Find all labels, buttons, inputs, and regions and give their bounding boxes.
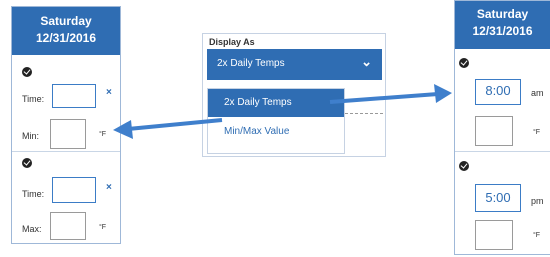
option-2x-daily-temps[interactable]: 2x Daily Temps (208, 89, 344, 117)
display-as-select[interactable]: 2x Daily Temps ⌄ (207, 49, 382, 80)
right-panel-date: 12/31/2016 (472, 24, 533, 38)
dashed-divider (345, 113, 383, 114)
right-day-panel: Saturday 12/31/2016 8:00 am °F 5:00 pm °… (454, 0, 550, 255)
right-panel-day: Saturday (476, 7, 529, 21)
right-reading-1: 8:00 am °F (455, 49, 550, 149)
left-panel-day: Saturday (40, 14, 92, 28)
time-label-1: Time: (22, 94, 45, 104)
temp-input-pm[interactable] (475, 220, 513, 250)
time-input-2[interactable] (52, 177, 96, 203)
time-input-am[interactable]: 8:00 (475, 79, 521, 105)
right-reading-2: 5:00 pm °F (455, 151, 550, 257)
chevron-down-icon: ⌄ (361, 54, 372, 69)
time-value-pm: 5:00 (485, 190, 511, 205)
right-panel-header: Saturday 12/31/2016 (455, 1, 550, 49)
max-label: Max: (22, 224, 42, 234)
temp-unit-pm: °F (533, 232, 541, 239)
max-unit-label: °F (99, 224, 107, 231)
check-circle-icon (459, 161, 469, 171)
display-as-label: Display As (209, 37, 255, 47)
time-input-1[interactable] (52, 84, 96, 108)
option-min-max-value[interactable]: Min/Max Value (208, 119, 344, 145)
check-circle-icon (22, 67, 32, 77)
left-day-panel: Saturday 12/31/2016 Time: × Min: °F Time… (11, 6, 121, 244)
display-as-selected-value: 2x Daily Temps (217, 58, 285, 69)
min-input[interactable] (50, 119, 86, 149)
left-reading-2: Time: × Max: °F (12, 151, 120, 244)
left-reading-1: Time: × Min: °F (12, 61, 120, 151)
close-icon[interactable]: × (106, 87, 112, 98)
time-input-pm[interactable]: 5:00 (475, 184, 521, 212)
min-unit-label: °F (99, 131, 107, 138)
max-input[interactable] (50, 212, 86, 240)
temp-unit-am: °F (533, 129, 541, 136)
dropdown-options: 2x Daily Temps Min/Max Value (207, 88, 345, 154)
time-label-2: Time: (22, 189, 45, 199)
check-circle-icon (459, 58, 469, 68)
min-label: Min: (22, 131, 40, 141)
left-panel-header: Saturday 12/31/2016 (12, 7, 120, 55)
close-icon[interactable]: × (106, 182, 112, 193)
time-value-am: 8:00 (485, 83, 511, 98)
left-panel-date: 12/31/2016 (35, 31, 97, 45)
display-as-panel: Display As 2x Daily Temps ⌄ 2x Daily Tem… (202, 33, 386, 157)
check-circle-icon (22, 158, 32, 168)
am-label: am (531, 88, 544, 98)
pm-label: pm (531, 196, 544, 206)
temp-input-am[interactable] (475, 116, 513, 146)
